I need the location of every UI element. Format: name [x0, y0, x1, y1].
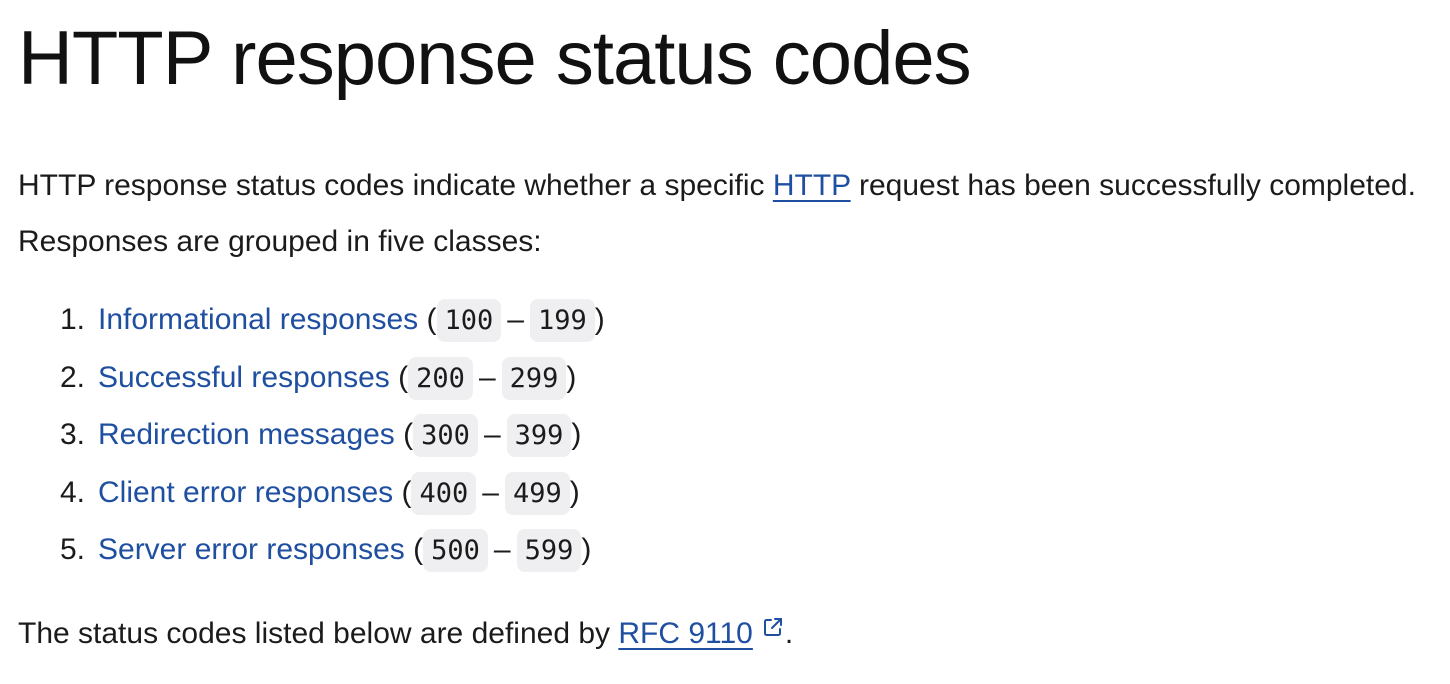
- list-item: 4. Client error responses (400–499): [60, 465, 1438, 523]
- rfc-text-after: .: [784, 616, 794, 650]
- range-dash: –: [478, 360, 496, 394]
- range-end-code: 299: [501, 356, 567, 400]
- open-paren: (: [398, 360, 409, 394]
- close-paren: ): [571, 418, 582, 451]
- list-number: 1.: [60, 303, 86, 336]
- list-number: 2.: [60, 360, 86, 394]
- rfc-paragraph: The status codes listed below are define…: [18, 610, 1438, 658]
- close-paren: ): [581, 533, 592, 566]
- page-title: HTTP response status codes: [18, 16, 972, 101]
- intro-text-before: HTTP response status codes indicate whet…: [18, 169, 773, 202]
- list-item: 2. Successful responses (200–299): [60, 350, 1438, 408]
- client-error-responses-link[interactable]: Client error responses: [98, 476, 393, 509]
- http-link[interactable]: HTTP: [773, 169, 851, 202]
- list-item: 1. Informational responses (100–199): [60, 292, 1438, 350]
- list-number: 5.: [60, 533, 86, 566]
- list-number: 3.: [60, 418, 86, 451]
- rfc-text-before: The status codes listed below are define…: [18, 616, 619, 650]
- list-item: 3. Redirection messages (300–399): [60, 407, 1438, 465]
- response-classes-list: 1. Informational responses (100–199) 2. Su…: [18, 292, 1438, 580]
- range-end-code: 499: [504, 471, 570, 515]
- close-paren: ): [566, 360, 577, 394]
- open-paren: (: [403, 418, 414, 451]
- close-paren: ): [569, 475, 580, 509]
- open-paren: (: [426, 303, 437, 336]
- open-paren: (: [413, 533, 424, 566]
- range-start-code: 500: [423, 529, 488, 572]
- range-end-code: 199: [529, 299, 595, 342]
- range-start-code: 200: [408, 356, 473, 400]
- list-number: 4.: [60, 475, 86, 509]
- open-paren: (: [401, 475, 412, 509]
- server-error-responses-link[interactable]: Server error responses: [98, 533, 405, 566]
- intro-paragraph: HTTP response status codes indicate whet…: [18, 158, 1438, 270]
- range-dash: –: [483, 418, 501, 451]
- article: HTTP response status codes HTTP response…: [18, 0, 1438, 658]
- range-dash: –: [493, 533, 511, 566]
- list-item: 5. Server error responses (500–599): [60, 522, 1438, 580]
- informational-responses-link[interactable]: Informational responses: [98, 303, 418, 336]
- close-paren: ): [594, 303, 605, 336]
- successful-responses-link[interactable]: Successful responses: [98, 361, 390, 394]
- range-end-code: 399: [506, 414, 572, 457]
- range-start-code: 300: [413, 414, 478, 457]
- redirection-messages-link[interactable]: Redirection messages: [98, 418, 395, 451]
- range-start-code: 100: [436, 299, 502, 342]
- range-dash: –: [482, 475, 499, 509]
- range-dash: –: [507, 303, 524, 336]
- range-end-code: 599: [516, 529, 582, 572]
- range-start-code: 400: [411, 471, 477, 515]
- rfc-9110-link[interactable]: RFC 9110: [618, 617, 753, 650]
- external-link-icon[interactable]: [761, 615, 785, 639]
